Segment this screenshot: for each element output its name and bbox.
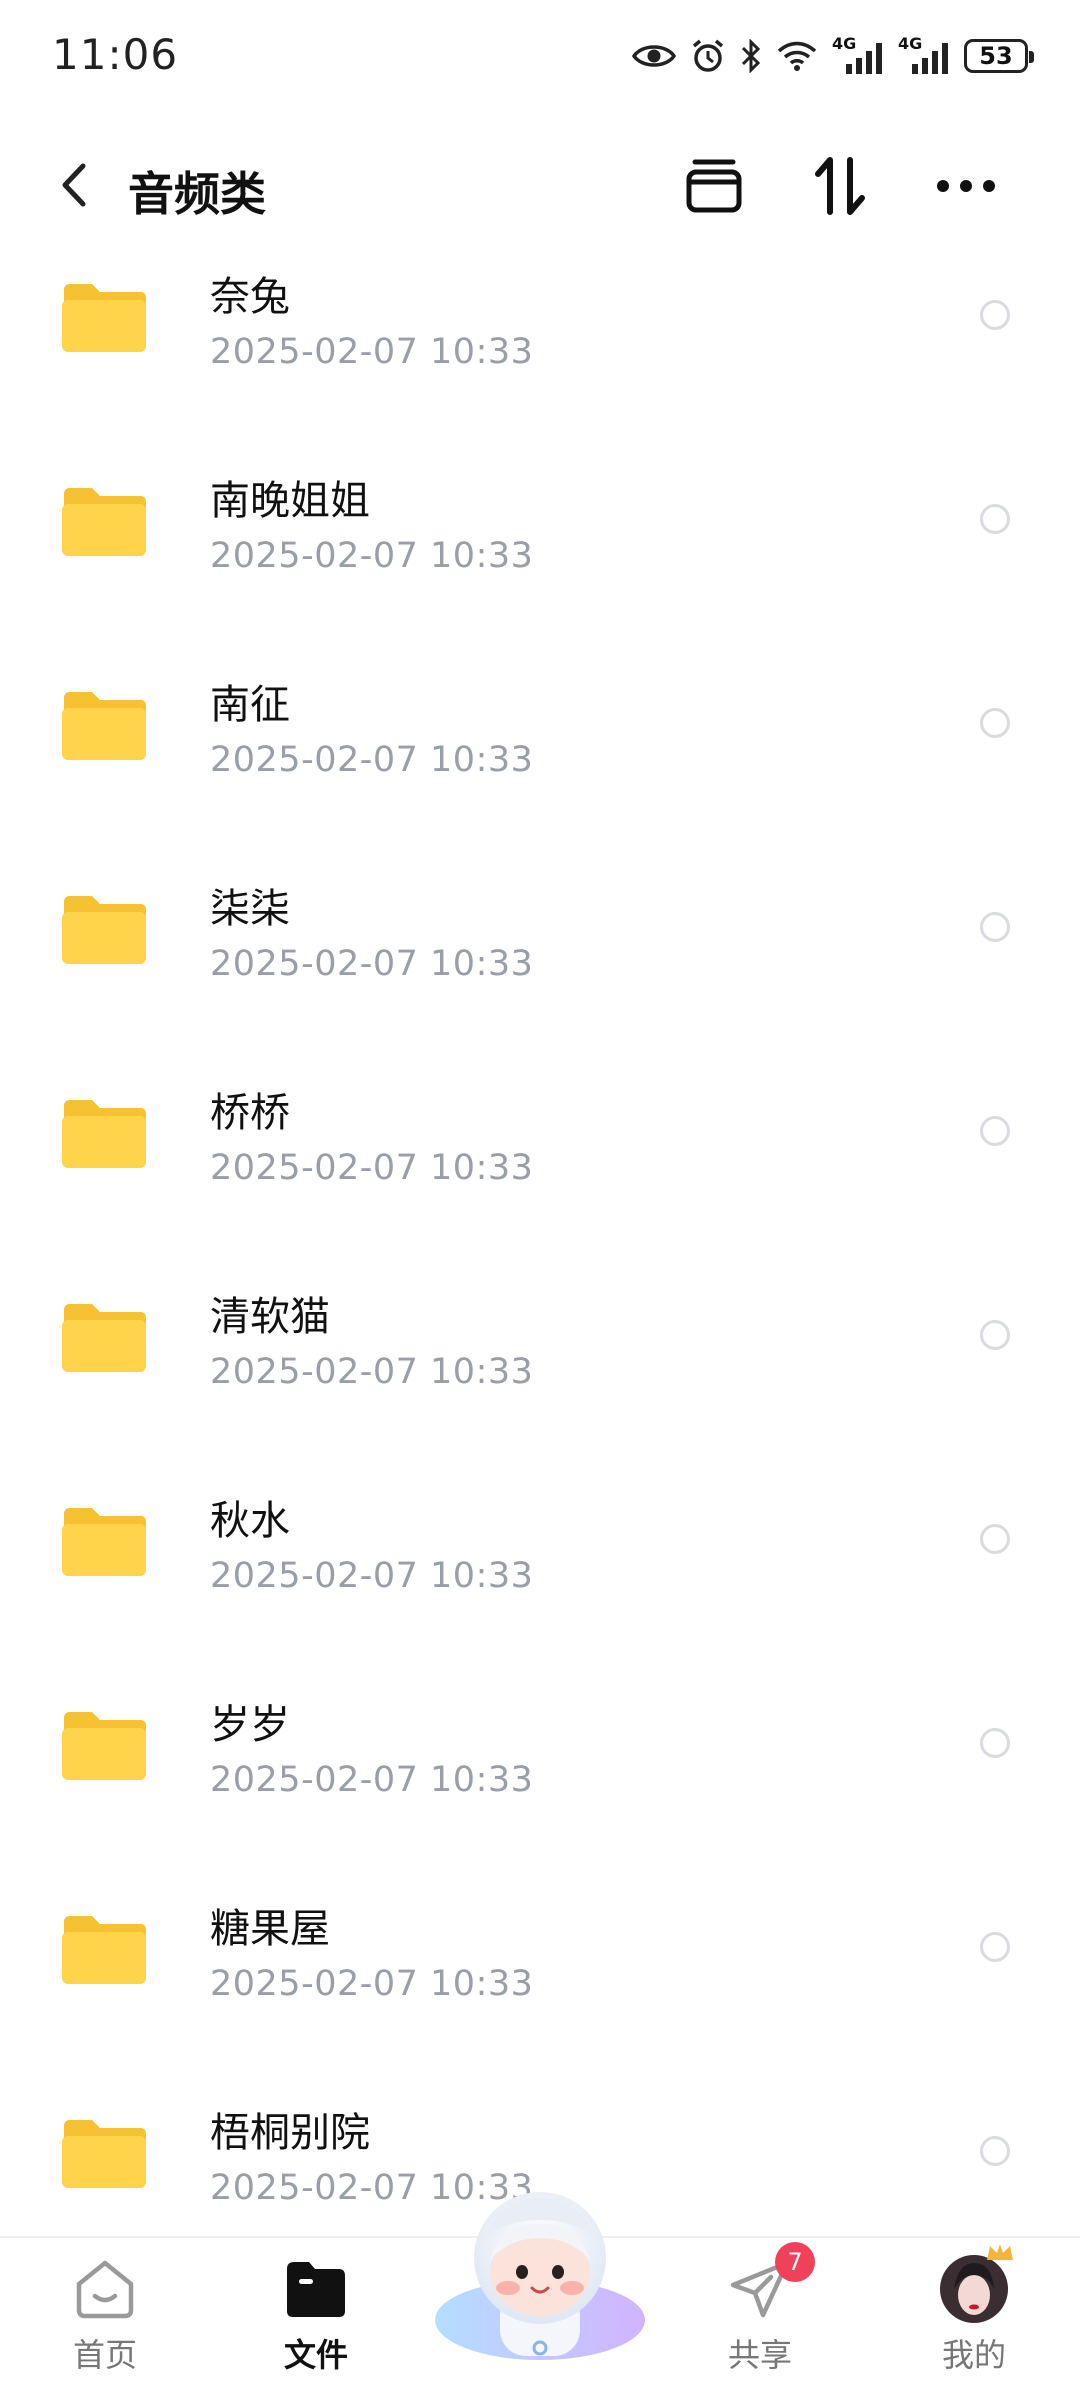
file-date: 2025-02-07 10:33 (210, 1964, 534, 2004)
select-checkbox[interactable] (980, 708, 1010, 738)
back-button[interactable] (44, 152, 104, 218)
wifi-icon (776, 34, 818, 78)
select-checkbox[interactable] (980, 1116, 1010, 1146)
assistant-mascot-button[interactable] (430, 2180, 650, 2360)
select-checkbox[interactable] (980, 912, 1010, 942)
file-name: 奈兔 (210, 274, 290, 320)
mascot-icon (435, 2192, 645, 2360)
file-date: 2025-02-07 10:33 (210, 740, 534, 780)
nav-share-label: 共享 (727, 2336, 792, 2374)
file-date: 2025-02-07 10:33 (210, 1556, 534, 1596)
select-checkbox[interactable] (980, 1932, 1010, 1962)
file-date: 2025-02-07 10:33 (210, 944, 534, 984)
send-icon: 7 (725, 2242, 815, 2324)
file-date: 2025-02-07 10:33 (210, 1760, 534, 1800)
folder-icon (62, 1916, 146, 1984)
select-checkbox[interactable] (980, 1524, 1010, 1554)
nav-home-label: 首页 (72, 2336, 137, 2374)
folder-icon (62, 692, 146, 760)
file-name: 柒柒 (210, 886, 290, 932)
nav-mine[interactable]: 我的 (904, 2244, 1044, 2394)
select-checkbox[interactable] (980, 504, 1010, 534)
files-icon (281, 2254, 351, 2324)
share-badge: 7 (775, 2242, 815, 2282)
file-date: 2025-02-07 10:33 (210, 1148, 534, 1188)
list-item[interactable]: 清软猫 2025-02-07 10:33 (0, 1270, 1080, 1474)
sort-button[interactable] (804, 150, 876, 222)
network-type-label: 4G (832, 34, 857, 53)
home-icon (70, 2254, 140, 2324)
signal-icon: 4G (832, 34, 884, 78)
nav-home[interactable]: 首页 (35, 2254, 175, 2394)
back-arrow-icon (62, 163, 86, 207)
more-button[interactable] (930, 150, 1002, 222)
crown-icon (987, 2244, 1013, 2260)
header: 音频类 (0, 120, 1080, 250)
list-item[interactable]: 岁岁 2025-02-07 10:33 (0, 1678, 1080, 1882)
folder-icon (62, 896, 146, 964)
list-item[interactable]: 南征 2025-02-07 10:33 (0, 658, 1080, 862)
file-name: 秋水 (210, 1498, 290, 1544)
status-time: 11:06 (52, 30, 179, 79)
status-bar: 11:06 4G 4G 53 (0, 0, 1080, 110)
folder-icon (62, 488, 146, 556)
alarm-icon (690, 34, 726, 78)
file-list: 奈兔 2025-02-07 10:33 南晚姐姐 2025-02-07 10:3… (0, 250, 1080, 2236)
avatar-image (940, 2255, 1008, 2323)
file-name: 南晚姐姐 (210, 478, 370, 524)
folder-icon (62, 2120, 146, 2188)
select-checkbox[interactable] (980, 2136, 1010, 2166)
file-name: 岁岁 (210, 1702, 290, 1748)
nav-mine-label: 我的 (941, 2336, 1006, 2374)
archive-icon (686, 159, 742, 213)
file-date: 2025-02-07 10:33 (210, 332, 534, 372)
avatar (939, 2244, 1013, 2324)
file-name: 南征 (210, 682, 290, 728)
folder-icon (62, 284, 146, 352)
page-title: 音频类 (128, 167, 266, 221)
file-date: 2025-02-07 10:33 (210, 536, 534, 576)
list-item[interactable]: 糖果屋 2025-02-07 10:33 (0, 1882, 1080, 2086)
list-item[interactable]: 桥桥 2025-02-07 10:33 (0, 1066, 1080, 1270)
sort-icon (815, 157, 865, 215)
signal-icon-2: 4G (898, 34, 950, 78)
file-name: 糖果屋 (210, 1906, 330, 1952)
select-checkbox[interactable] (980, 300, 1010, 330)
eye-icon (632, 34, 676, 78)
nav-files-label: 文件 (283, 2336, 348, 2374)
list-item[interactable]: 秋水 2025-02-07 10:33 (0, 1474, 1080, 1678)
more-icon (937, 180, 995, 192)
file-name: 桥桥 (210, 1090, 290, 1136)
folder-icon (62, 1712, 146, 1780)
file-date: 2025-02-07 10:33 (210, 1352, 534, 1392)
folder-icon (62, 1100, 146, 1168)
network-type-label-2: 4G (898, 34, 923, 53)
folder-icon (62, 1508, 146, 1576)
status-icons: 4G 4G 53 (632, 34, 1034, 78)
file-name: 梧桐别院 (210, 2110, 370, 2156)
nav-files[interactable]: 文件 (246, 2254, 386, 2394)
list-item[interactable]: 奈兔 2025-02-07 10:33 (0, 250, 1080, 454)
folder-icon (62, 1304, 146, 1372)
select-checkbox[interactable] (980, 1728, 1010, 1758)
list-item[interactable]: 柒柒 2025-02-07 10:33 (0, 862, 1080, 1066)
archive-button[interactable] (678, 150, 750, 222)
nav-share[interactable]: 7 共享 (690, 2242, 830, 2394)
bluetooth-icon (740, 34, 762, 78)
file-name: 清软猫 (210, 1294, 330, 1340)
select-checkbox[interactable] (980, 1320, 1010, 1350)
list-item[interactable]: 南晚姐姐 2025-02-07 10:33 (0, 454, 1080, 658)
battery-icon: 53 (964, 39, 1034, 73)
